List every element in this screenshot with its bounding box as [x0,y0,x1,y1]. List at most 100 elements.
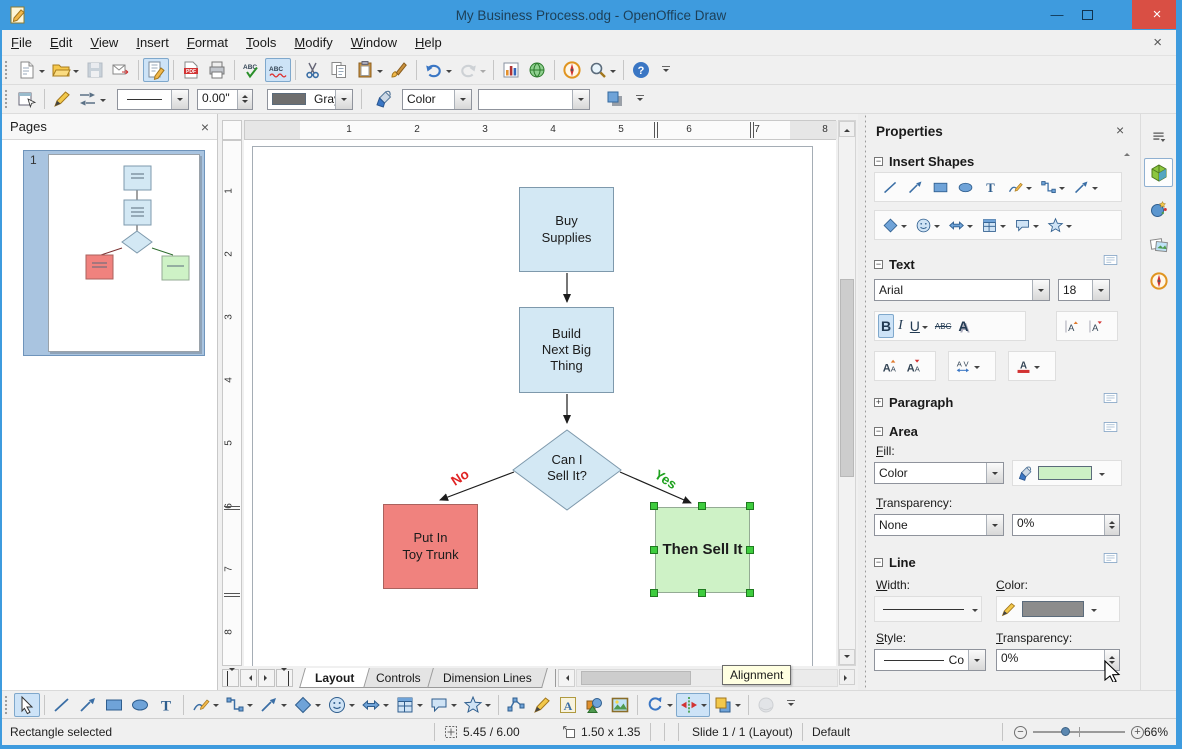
ellipse-tool[interactable] [954,175,977,199]
line-dialog-launcher-icon[interactable] [1103,552,1118,564]
menu-file[interactable]: File [2,32,41,53]
selection-handle[interactable] [698,589,706,597]
toolbar-grip[interactable] [4,695,9,715]
vertical-scrollbar[interactable] [838,120,856,666]
scrollbar-thumb[interactable] [840,279,854,477]
decrease-font-button[interactable] [902,354,925,378]
line-tool[interactable] [49,693,75,717]
section-line[interactable]: − Line [874,555,1128,570]
zoom-slider-thumb[interactable] [1061,727,1070,736]
sidebar-menu-button[interactable] [1144,122,1173,151]
tab-dimension-lines[interactable]: Dimension Lines [427,668,547,688]
text-tool[interactable] [153,693,179,717]
combo-button[interactable] [171,90,188,109]
flowchart-shapes-tool[interactable] [392,693,426,717]
rotate-button[interactable] [642,693,676,717]
font-size-select[interactable]: 18 [1058,279,1110,301]
sidebar-tab-properties[interactable] [1144,158,1173,187]
undo-button[interactable] [421,58,455,82]
copy-button[interactable] [326,58,352,82]
line-width-input[interactable]: 0.00" [197,89,253,110]
line-transparency-input[interactable]: 0% [996,649,1120,671]
horizontal-scrollbar[interactable] [576,669,838,687]
collapse-icon[interactable]: − [874,558,883,567]
hscroll-left-button[interactable] [558,669,575,687]
maximize-button[interactable] [1072,0,1102,29]
area-dialog-button[interactable] [370,87,396,111]
basic-shapes-tool[interactable] [879,213,910,237]
gallery-button[interactable] [607,693,633,717]
transparency-value[interactable]: 0% [1013,515,1104,535]
font-color-button[interactable] [1012,354,1043,378]
combo-button[interactable] [986,515,1003,535]
menu-window[interactable]: Window [342,32,406,53]
flowchart-node-build-next-big-thing[interactable]: Build Next Big Thing [519,307,614,393]
area-fill-type-select[interactable]: Color [874,462,1004,484]
flowchart-node-then-sell-it[interactable]: Then Sell It [655,507,750,593]
edit-mode-button[interactable] [143,58,169,82]
combo-button[interactable] [1092,280,1109,300]
ellipse-tool[interactable] [127,693,153,717]
callout-shapes-tool[interactable] [1011,213,1042,237]
scroll-down-button[interactable] [839,649,855,665]
font-name-select[interactable]: Arial [874,279,1050,301]
connector-tool[interactable] [1037,175,1068,199]
toolbar-overflow-button[interactable] [662,66,670,75]
hscroll-right-button[interactable] [839,669,855,685]
combo-button[interactable] [1032,280,1049,300]
previous-page-button[interactable] [240,669,257,687]
block-arrows-tool[interactable] [945,213,976,237]
curve-tool[interactable] [1004,175,1035,199]
arrow-style-button[interactable] [75,87,109,111]
menu-modify[interactable]: Modify [285,32,341,53]
close-button[interactable]: × [1132,0,1182,29]
strikethrough-button[interactable]: ABC [932,314,954,338]
tab-controls[interactable]: Controls [360,668,436,688]
curve-tool[interactable] [188,693,222,717]
glue-points-button[interactable] [529,693,555,717]
format-paintbrush-button[interactable] [386,58,412,82]
collapse-icon[interactable]: − [874,157,883,166]
autospellcheck-button[interactable] [265,58,291,82]
menu-format[interactable]: Format [178,32,237,53]
close-icon[interactable]: × [1116,122,1124,138]
zoom-in-button[interactable]: + [1131,726,1144,739]
tab-scroll-splitter[interactable] [555,669,556,687]
line-width-select[interactable] [874,596,982,622]
close-document-icon[interactable]: × [1153,34,1162,51]
collapse-icon[interactable]: − [874,427,883,436]
toolbar-grip[interactable] [4,89,9,109]
selection-handle[interactable] [698,502,706,510]
character-spacing-button[interactable] [952,354,983,378]
redo-button[interactable] [455,58,489,82]
expand-icon[interactable]: + [874,398,883,407]
vertical-ruler[interactable]: 1 2 3 4 5 6 7 8 [222,140,242,666]
spellcheck-button[interactable] [239,58,265,82]
sidebar-tab-gallery[interactable] [1144,194,1173,223]
increase-spacing-button[interactable] [1060,314,1083,338]
toolbar-grip[interactable] [4,60,9,80]
status-template[interactable]: Default [812,719,850,745]
combo-button[interactable] [986,463,1003,483]
lines-arrows-tool[interactable] [256,693,290,717]
underline-button[interactable]: U [907,314,931,338]
scrollbar-thumb[interactable] [581,671,691,685]
star-shapes-tool[interactable] [1044,213,1075,237]
menu-tools[interactable]: Tools [237,32,285,53]
area-fill-color-button[interactable] [1012,460,1122,486]
text-dialog-launcher-icon[interactable] [1103,254,1118,266]
spinner-buttons[interactable] [237,90,252,109]
section-text[interactable]: − Text [874,257,1128,272]
line-style-select[interactable] [117,89,189,110]
combo-button[interactable] [454,90,471,109]
next-page-button[interactable] [258,669,275,687]
transparency-type-select[interactable]: None [874,514,1004,536]
paragraph-dialog-launcher-icon[interactable] [1103,392,1118,404]
zoom-button[interactable] [585,58,619,82]
italic-button[interactable]: I [895,314,906,338]
section-area[interactable]: − Area [874,424,1128,439]
paste-button[interactable] [352,58,386,82]
arrow-tool[interactable] [75,693,101,717]
insert-from-file-button[interactable] [581,693,607,717]
rectangle-tool[interactable] [929,175,952,199]
